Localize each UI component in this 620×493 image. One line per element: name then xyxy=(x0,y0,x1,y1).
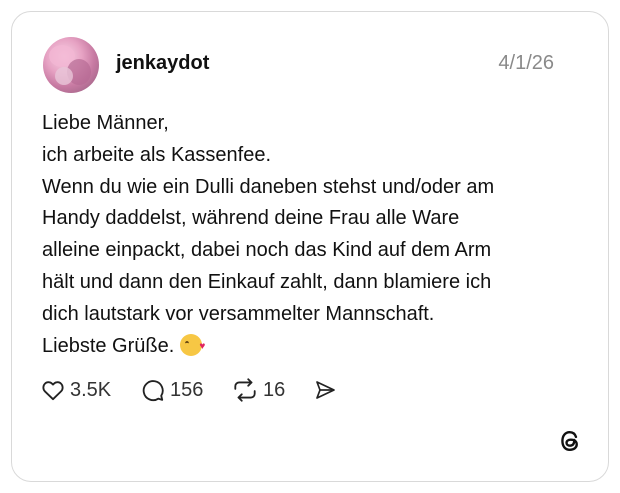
avatar-shape xyxy=(55,67,73,85)
kiss-emoji-icon xyxy=(180,331,205,362)
like-count: 3.5K xyxy=(70,378,112,401)
share-button[interactable] xyxy=(313,376,337,404)
post-text: Liebe Männer, ich arbeite als Kassenfee.… xyxy=(42,108,582,362)
threads-logo-icon xyxy=(561,431,578,451)
post-body: Liebe Männer, ich arbeite als Kassenfee.… xyxy=(42,112,495,357)
post-date: 4/1/26 xyxy=(498,52,554,74)
heart-icon xyxy=(42,381,64,401)
share-icon xyxy=(316,381,335,399)
comment-icon xyxy=(142,380,164,402)
avatar[interactable] xyxy=(43,37,99,93)
like-button[interactable]: 3.5K xyxy=(40,376,111,404)
repost-icon xyxy=(234,378,256,402)
reply-count: 156 xyxy=(170,378,204,401)
reply-button[interactable]: 156 xyxy=(140,376,203,404)
username[interactable]: jenkaydot xyxy=(116,52,209,75)
repost-count: 16 xyxy=(263,378,286,401)
repost-button[interactable]: 16 xyxy=(231,376,285,404)
